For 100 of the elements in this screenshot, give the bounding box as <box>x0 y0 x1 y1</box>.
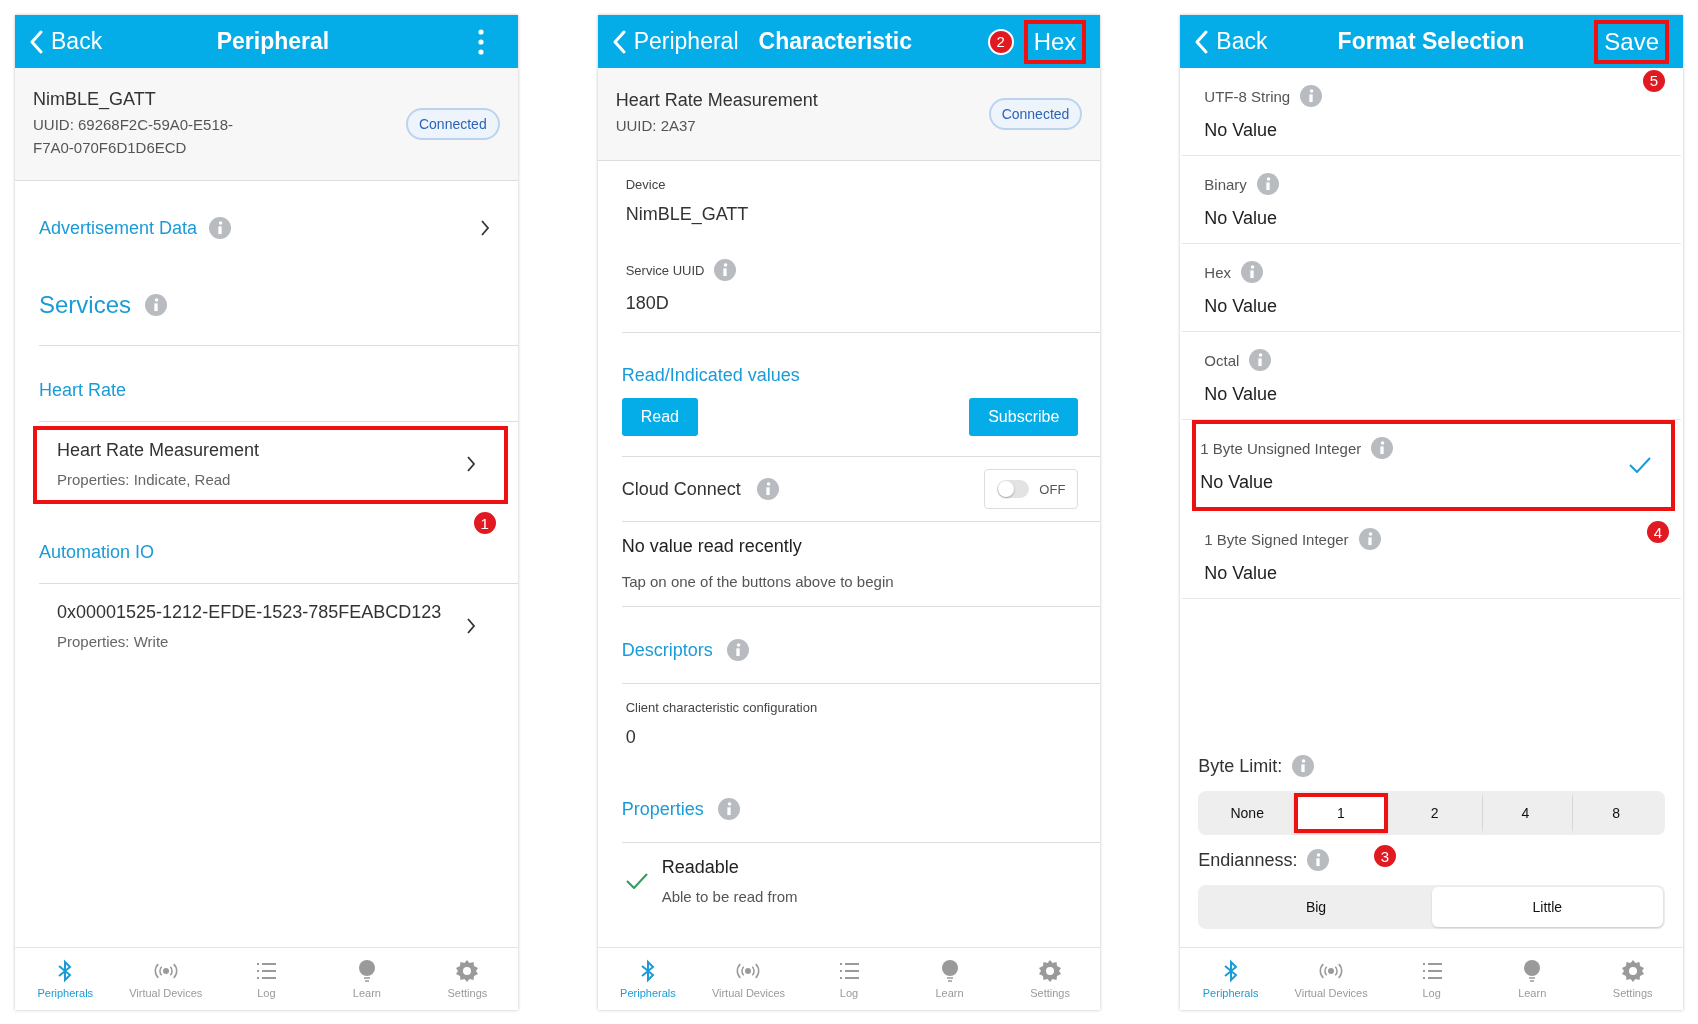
info-icon[interactable] <box>1249 349 1272 371</box>
device-uuid: UUID: 69268F2C-59A0-E518-F7A0-070F6D1D6ECD <box>33 115 235 158</box>
info-icon[interactable] <box>1358 528 1381 550</box>
settings-icon <box>1620 959 1645 983</box>
device-name: NimBLE_GATT <box>33 89 157 110</box>
tab-item[interactable]: Virtual Devices <box>115 948 217 1010</box>
characteristic-name: Heart Rate Measurement <box>615 90 819 112</box>
connection-status: Connected <box>988 98 1083 130</box>
field-label: Device <box>625 177 667 192</box>
field-value: 0 <box>625 727 637 748</box>
tab-item[interactable]: Virtual Devices <box>1280 948 1382 1010</box>
settings-icon <box>455 959 480 983</box>
tab-item[interactable]: Virtual Devices <box>698 948 799 1010</box>
empty-state-title: No value read recently <box>621 536 803 557</box>
checkmark-icon <box>1629 457 1651 473</box>
tab-item[interactable]: Peripherals <box>15 948 116 1010</box>
back-chevron-icon <box>29 29 43 54</box>
info-icon[interactable] <box>209 217 232 239</box>
screen-title: Format Selection <box>1336 28 1526 55</box>
format-value: No Value <box>1204 120 1279 141</box>
annotation-number: 3 <box>1371 843 1398 869</box>
annotation-number: 5 <box>1641 67 1667 94</box>
tab-item[interactable]: Settings <box>1582 948 1683 1010</box>
tab-item[interactable]: Learn <box>899 948 1000 1010</box>
info-icon[interactable] <box>1292 755 1315 777</box>
tab-item[interactable]: Learn <box>1481 948 1583 1010</box>
info-icon[interactable] <box>1256 173 1279 195</box>
header-action-button[interactable]: Save <box>1594 19 1669 64</box>
toggle-switch[interactable]: OFF <box>984 469 1079 509</box>
settings-icon <box>1038 959 1063 983</box>
segment-option[interactable]: None <box>1200 793 1295 833</box>
section-heading: Read/Indicated values <box>621 365 800 385</box>
back-button[interactable]: Back <box>29 28 103 55</box>
tab-item[interactable]: Log <box>1381 948 1482 1010</box>
header-action-button[interactable]: Hex <box>1023 19 1087 64</box>
option-label: Byte Limit: <box>1198 755 1283 777</box>
service-name: Heart Rate <box>39 380 127 400</box>
characteristic-uuid: UUID: 2A37 <box>615 116 697 137</box>
tab-item[interactable]: Settings <box>999 948 1101 1010</box>
format-value: No Value <box>1204 208 1279 229</box>
segment-option[interactable]: Little <box>1431 887 1664 927</box>
service-name: Automation IO <box>39 542 155 562</box>
segment-option[interactable]: 8 <box>1572 793 1663 833</box>
format-value: No Value <box>1200 472 1275 493</box>
screen-title: Characteristic <box>757 28 913 55</box>
action-button[interactable]: Subscribe <box>969 398 1079 436</box>
characteristic-name: Heart Rate Measurement <box>57 440 261 461</box>
info-icon[interactable] <box>145 294 168 316</box>
info-icon[interactable] <box>1371 437 1394 459</box>
action-button[interactable]: Read <box>621 398 698 436</box>
tab-item[interactable]: Log <box>798 948 900 1010</box>
info-icon[interactable] <box>1300 85 1323 107</box>
format-name: 1 Byte Signed Integer <box>1204 530 1349 548</box>
section-heading: Services <box>39 291 132 319</box>
tab-item[interactable]: Log <box>216 948 317 1010</box>
format-name: Binary <box>1204 175 1247 193</box>
field-value: 180D <box>625 293 670 314</box>
info-icon[interactable] <box>714 259 737 281</box>
info-icon[interactable] <box>756 478 779 500</box>
tab-item[interactable]: Peripherals <box>1180 948 1281 1010</box>
format-value: No Value <box>1204 384 1279 405</box>
chevron-right-icon <box>465 455 476 473</box>
property-name: Readable <box>661 857 740 878</box>
format-value: No Value <box>1204 563 1279 584</box>
annotation-number: 4 <box>1645 519 1671 545</box>
format-value: No Value <box>1204 296 1279 317</box>
tab-item[interactable]: Settings <box>417 948 518 1010</box>
characteristic-properties: Properties: Write <box>57 633 170 650</box>
connection-status: Connected <box>405 108 500 140</box>
tab-item[interactable]: Learn <box>316 948 418 1010</box>
info-icon[interactable] <box>717 798 740 820</box>
characteristic-properties: Properties: Indicate, Read <box>57 471 232 488</box>
section-heading: Properties <box>621 798 704 820</box>
info-icon[interactable] <box>726 639 749 661</box>
back-chevron-icon <box>611 29 626 54</box>
property-description: Able to be read from <box>661 888 798 905</box>
advertisement-data-row[interactable]: Advertisement Data <box>15 181 518 275</box>
back-chevron-icon <box>1194 29 1209 54</box>
cloud-connect-label: Cloud Connect <box>621 478 741 500</box>
format-option[interactable]: Hex No Value <box>1180 244 1683 332</box>
info-icon[interactable] <box>1307 849 1330 871</box>
format-option[interactable]: Octal No Value <box>1180 332 1683 420</box>
format-option[interactable]: Binary No Value <box>1180 156 1683 244</box>
segment-option[interactable]: Big <box>1200 887 1432 927</box>
format-name: UTF-8 String <box>1204 87 1291 105</box>
tab-item[interactable]: Peripherals <box>597 948 699 1010</box>
back-button[interactable]: Peripheral <box>611 28 739 55</box>
format-name: Hex <box>1204 263 1232 281</box>
format-name: 1 Byte Unsigned Integer <box>1200 439 1362 457</box>
screen-title: Peripheral <box>215 28 331 55</box>
section-heading: Descriptors <box>621 639 713 661</box>
chevron-right-icon <box>479 219 490 237</box>
info-icon[interactable] <box>1241 261 1264 283</box>
segment-option[interactable]: 4 <box>1481 793 1573 833</box>
characteristic-name: 0x00001525-1212-EFDE-1523-785FEABCD123 <box>57 602 443 623</box>
characteristic-row[interactable]: 0x00001525-1212-EFDE-1523-785FEABCD123 Properties: Write <box>33 588 508 666</box>
format-name: Octal <box>1204 351 1240 369</box>
empty-state-hint: Tap on one of the buttons above to begin <box>621 573 895 590</box>
back-button[interactable]: Back <box>1194 28 1268 55</box>
more-menu-icon[interactable] <box>477 28 484 55</box>
